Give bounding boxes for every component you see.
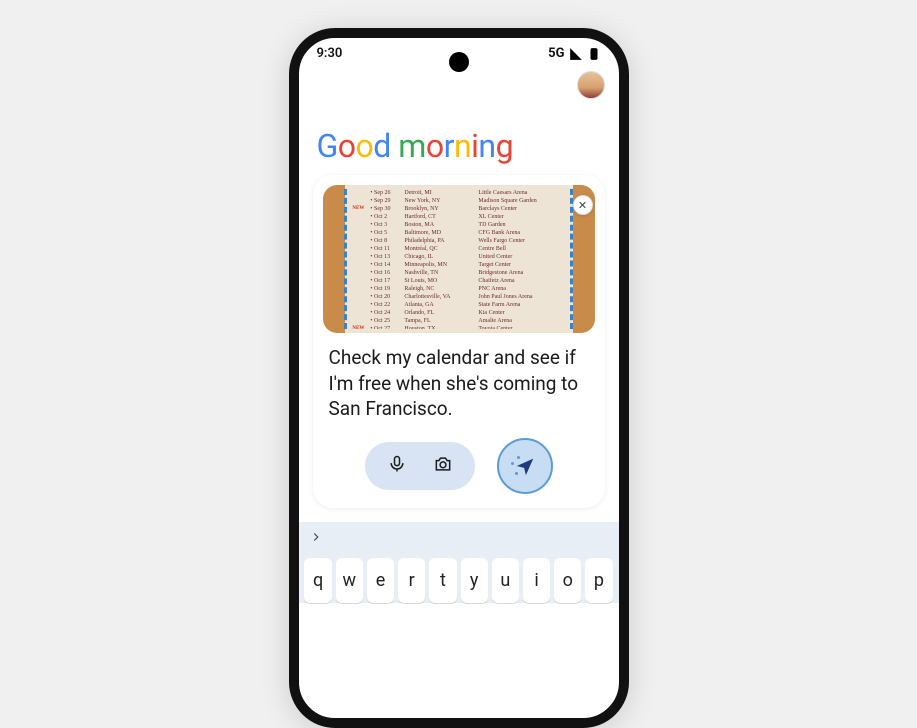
attachment-image[interactable]: • Sep 26Detroit, MILittle Caesars Arena•… [323, 185, 595, 333]
status-network: 5G [548, 46, 564, 61]
remove-attachment-button[interactable]: ✕ [573, 195, 593, 215]
dash-right [570, 189, 573, 329]
key-e[interactable]: e [367, 558, 394, 603]
tour-row: NEW• Oct 27Houston, TXToyota Center [352, 325, 564, 329]
tour-row: • Oct 16Nashville, TNBridgestone Arena [352, 269, 564, 277]
phone-frame: 9:30 5G Good morning • Sep 26Detroit, MI… [289, 28, 629, 728]
key-w[interactable]: w [336, 558, 363, 603]
dash-left [344, 189, 347, 329]
key-p[interactable]: p [585, 558, 612, 603]
input-card: • Sep 26Detroit, MILittle Caesars Arena•… [313, 175, 605, 508]
chevron-right-icon [309, 530, 323, 544]
camera-dot [449, 52, 469, 72]
key-u[interactable]: u [492, 558, 519, 603]
battery-icon [587, 47, 601, 61]
input-tools-pill [365, 442, 475, 490]
tour-row: • Oct 20Charlottesville, VAJohn Paul Jon… [352, 293, 564, 301]
tour-row: • Oct 17St Louis, MOChaifetz Arena [352, 277, 564, 285]
tour-row: • Oct 14Minneapolis, MNTarget Center [352, 261, 564, 269]
avatar[interactable] [577, 71, 605, 99]
prompt-text[interactable]: Check my calendar and see if I'm free wh… [323, 333, 595, 428]
keyboard-suggestion-bar[interactable] [299, 522, 619, 552]
tour-row: • Oct 11Montréal, QCCentre Bell [352, 245, 564, 253]
greeting-text: Good morning [299, 99, 619, 171]
tour-row: • Oct 3Boston, MATD Garden [352, 221, 564, 229]
tour-row: • Oct 5Baltimore, MDCFG Bank Arena [352, 229, 564, 237]
tour-row: • Oct 2Hartford, CTXL Center [352, 213, 564, 221]
key-r[interactable]: r [398, 558, 425, 603]
tour-list: • Sep 26Detroit, MILittle Caesars Arena•… [352, 189, 564, 329]
signal-icon [569, 47, 583, 61]
tour-row: • Oct 22Atlanta, GAState Farm Arena [352, 301, 564, 309]
action-row [323, 428, 595, 500]
keyboard-row: qwertyuiop [299, 552, 619, 603]
key-i[interactable]: i [523, 558, 550, 603]
status-time: 9:30 [317, 46, 343, 61]
tour-row: • Oct 24Orlando, FLKia Center [352, 309, 564, 317]
key-y[interactable]: y [461, 558, 488, 603]
mic-icon[interactable] [387, 454, 407, 478]
camera-icon[interactable] [433, 454, 453, 478]
tour-row: • Oct 25Tampa, FLAmalie Arena [352, 317, 564, 325]
tour-row: • Oct 13Chicago, ILUnited Center [352, 253, 564, 261]
key-q[interactable]: q [304, 558, 331, 603]
tour-row: • Sep 29New York, NYMadison Square Garde… [352, 197, 564, 205]
tour-row: • Sep 26Detroit, MILittle Caesars Arena [352, 189, 564, 197]
send-button[interactable] [497, 438, 553, 494]
key-o[interactable]: o [554, 558, 581, 603]
tour-row: • Oct 19Raleigh, NCPNC Arena [352, 285, 564, 293]
key-t[interactable]: t [429, 558, 456, 603]
tour-row: NEW• Sep 30Brooklyn, NYBarclays Center [352, 205, 564, 213]
tour-row: • Oct 8Philadelphia, PAWells Fargo Cente… [352, 237, 564, 245]
close-icon: ✕ [578, 199, 587, 212]
